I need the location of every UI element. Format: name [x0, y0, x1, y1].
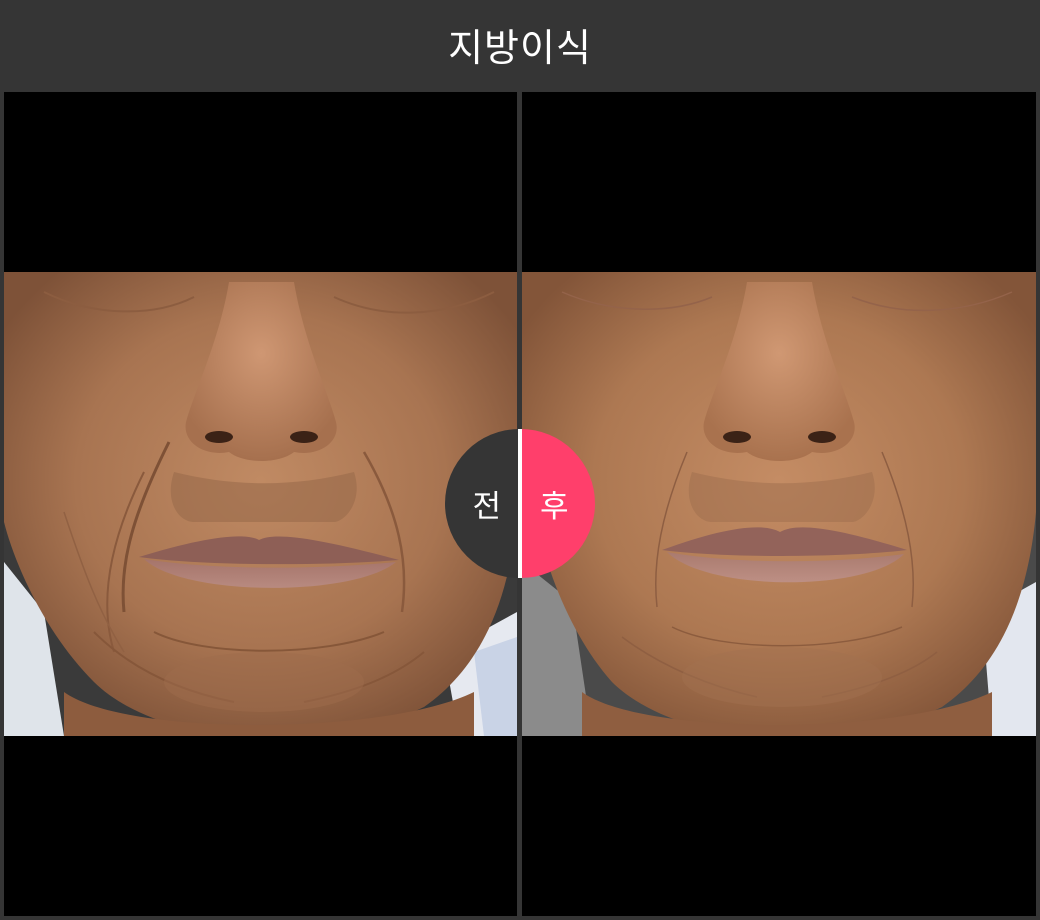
after-photo-panel — [522, 92, 1036, 916]
face-before-photo-icon — [4, 272, 517, 736]
after-label: 후 — [540, 489, 569, 525]
before-photo-panel — [4, 92, 517, 916]
badge-divider — [518, 429, 522, 578]
page-title: 지방이식 — [448, 25, 592, 70]
title-bar: 지방이식 — [0, 0, 1040, 92]
before-label: 전 — [472, 489, 501, 525]
face-after-photo-icon — [522, 272, 1036, 736]
